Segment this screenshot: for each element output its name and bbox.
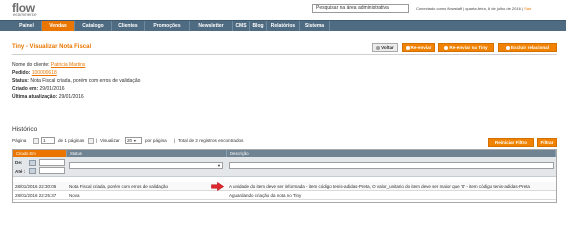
next-page-icon[interactable] xyxy=(88,138,94,144)
cell-status: Nova xyxy=(69,193,80,198)
logout-link[interactable]: Sair xyxy=(524,6,531,11)
updated-label: Última atualização: xyxy=(12,94,58,100)
updated-value: 29/01/2016 xyxy=(58,94,84,100)
customer-label: Nome do cliente: xyxy=(12,62,50,68)
pager-divider: | xyxy=(174,138,176,143)
status-label: Status: xyxy=(12,78,29,84)
cell-description: A unidade do item deve ser informada - i… xyxy=(229,184,530,189)
cell-description: Aguardando criação da nota no Tiny xyxy=(229,193,302,198)
cell-created: 28/01/2016 22:30:05 xyxy=(15,184,57,189)
pager-total: Total de 2 registros encontrados xyxy=(178,138,244,143)
nav-item-cms[interactable]: CMS xyxy=(233,21,250,31)
pager-view-label: Visualizar xyxy=(100,138,120,143)
nav-item-sistema[interactable]: Sistema xyxy=(300,21,330,31)
resend-button[interactable]: Re-enviar xyxy=(402,43,435,52)
column-header-status[interactable]: Status xyxy=(67,150,227,157)
customer-line: Nome do cliente: Patricia Martins xyxy=(12,62,85,68)
cell-status: Nota Fiscal criada, porém com erros de v… xyxy=(69,184,169,189)
resend-tiny-icon xyxy=(444,45,449,50)
flow-ecommerce-logo[interactable]: flow ecommerce xyxy=(12,2,52,18)
history-title: Histórico xyxy=(12,126,38,133)
main-nav: Painel Vendas Catalogo Clientes Promoçõe… xyxy=(0,20,566,31)
page-title: Tiny - Visualizar Nota Fiscal xyxy=(12,44,92,50)
status-value: Nota Fiscal criada, porém com erros de v… xyxy=(30,78,141,84)
column-header-created[interactable]: Criado Em xyxy=(13,150,67,157)
column-header-description[interactable]: Descrição xyxy=(227,150,556,157)
calendar-icon[interactable] xyxy=(29,168,36,174)
back-arrow-icon xyxy=(376,45,381,50)
table-row[interactable]: 28/01/2016 22:25:37 Nova Aguardando cria… xyxy=(13,191,556,200)
current-date: quarta-feira, 6 de julho de 2016 xyxy=(465,6,521,11)
logged-in-as: Conectado como flowstaff xyxy=(416,6,462,11)
per-page-select[interactable]: 20 ▼ xyxy=(125,137,142,144)
filter-description-input[interactable] xyxy=(229,162,554,169)
filter-status-select[interactable]: ▼ xyxy=(69,162,223,169)
table-row[interactable]: 28/01/2016 22:30:05 Nota Fiscal criada, … xyxy=(13,182,556,191)
order-link[interactable]: 100000618 xyxy=(32,70,57,76)
filter-date-to[interactable] xyxy=(39,167,65,174)
nav-item-blog[interactable]: Blog xyxy=(250,21,267,31)
created-line: Criado em: 29/01/2016 xyxy=(12,86,65,92)
updated-line: Última atualização: 29/01/2016 xyxy=(12,94,84,100)
prev-page-icon[interactable] xyxy=(33,138,39,144)
resend-tiny-button[interactable]: Re-enviar na Tiny xyxy=(438,43,494,52)
order-label: Pedido: xyxy=(12,70,31,76)
page-number-input[interactable]: 1 xyxy=(41,137,55,144)
order-line: Pedido: 100000618 xyxy=(12,70,57,76)
user-info: Conectado como flowstaff | quarta-feira,… xyxy=(416,6,531,11)
back-button[interactable]: Voltar xyxy=(372,43,398,52)
delete-icon xyxy=(505,45,510,50)
nav-item-promocoes[interactable]: Promoções xyxy=(145,21,190,31)
filter-to-label: Até : xyxy=(15,169,26,174)
delete-button-label: Excluir relacional xyxy=(510,45,550,50)
created-value: 29/01/2016 xyxy=(39,86,65,92)
calendar-icon[interactable] xyxy=(29,160,36,166)
nav-item-vendas[interactable]: Vendas xyxy=(42,21,75,31)
customer-link[interactable]: Patricia Martins xyxy=(51,62,85,68)
title-divider xyxy=(12,54,557,55)
filter-from-label: De: xyxy=(15,160,23,165)
nav-item-newsletter[interactable]: Newsletter xyxy=(190,21,233,31)
history-grid: Criado Em Status Descrição De: Até : ▼ 2… xyxy=(12,149,557,203)
reset-filter-button[interactable]: Reiniciar Filtro xyxy=(488,138,534,147)
nav-item-relatorios[interactable]: Relatórios xyxy=(267,21,300,31)
filter-button[interactable]: Filtrar xyxy=(537,138,557,147)
status-line: Status: Nota Fiscal criada, porém com er… xyxy=(12,78,140,84)
back-button-label: Voltar xyxy=(381,45,394,50)
chevron-down-icon: ▼ xyxy=(217,163,221,168)
pager-divider: | xyxy=(96,138,98,143)
chevron-down-icon: ▼ xyxy=(132,139,137,143)
nav-item-clientes[interactable]: Clientes xyxy=(112,21,145,31)
created-label: Criado em: xyxy=(12,86,39,92)
delete-relational-button[interactable]: Excluir relacional xyxy=(498,43,557,52)
nav-item-painel[interactable]: Painel xyxy=(12,21,42,31)
pager-per-page-suffix: por página xyxy=(145,138,167,143)
nav-item-catalogo[interactable]: Catalogo xyxy=(75,21,112,31)
resend-tiny-button-label: Re-enviar na Tiny xyxy=(449,45,488,50)
pager-of-pages: de 1 páginas xyxy=(58,138,85,143)
resend-icon xyxy=(405,45,410,50)
filter-date-from[interactable] xyxy=(39,159,65,166)
red-arrow-icon xyxy=(211,182,224,191)
admin-search-input[interactable]: Pesquisar na área administrativa xyxy=(312,4,409,13)
pager-page-label: Página xyxy=(12,138,27,143)
logo-sub-text: ecommerce xyxy=(13,12,37,17)
filter-row: De: Até : ▼ xyxy=(13,157,556,177)
cell-created: 28/01/2016 22:25:37 xyxy=(15,193,57,198)
top-header: flow ecommerce Pesquisar na área adminis… xyxy=(0,0,566,20)
resend-button-label: Re-enviar xyxy=(410,45,432,50)
